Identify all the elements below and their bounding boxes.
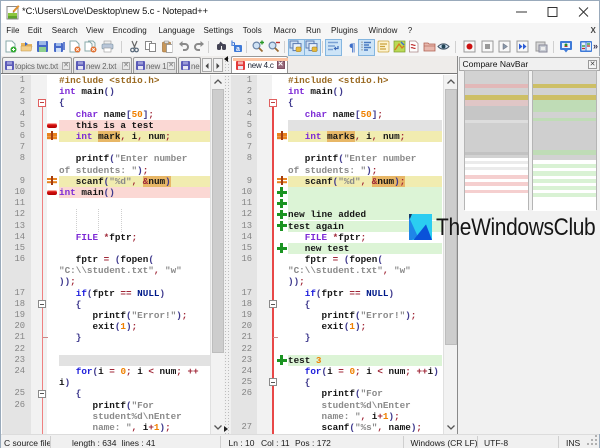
svg-text:¶: ¶ [349,40,355,53]
svg-text:a: a [236,46,240,53]
